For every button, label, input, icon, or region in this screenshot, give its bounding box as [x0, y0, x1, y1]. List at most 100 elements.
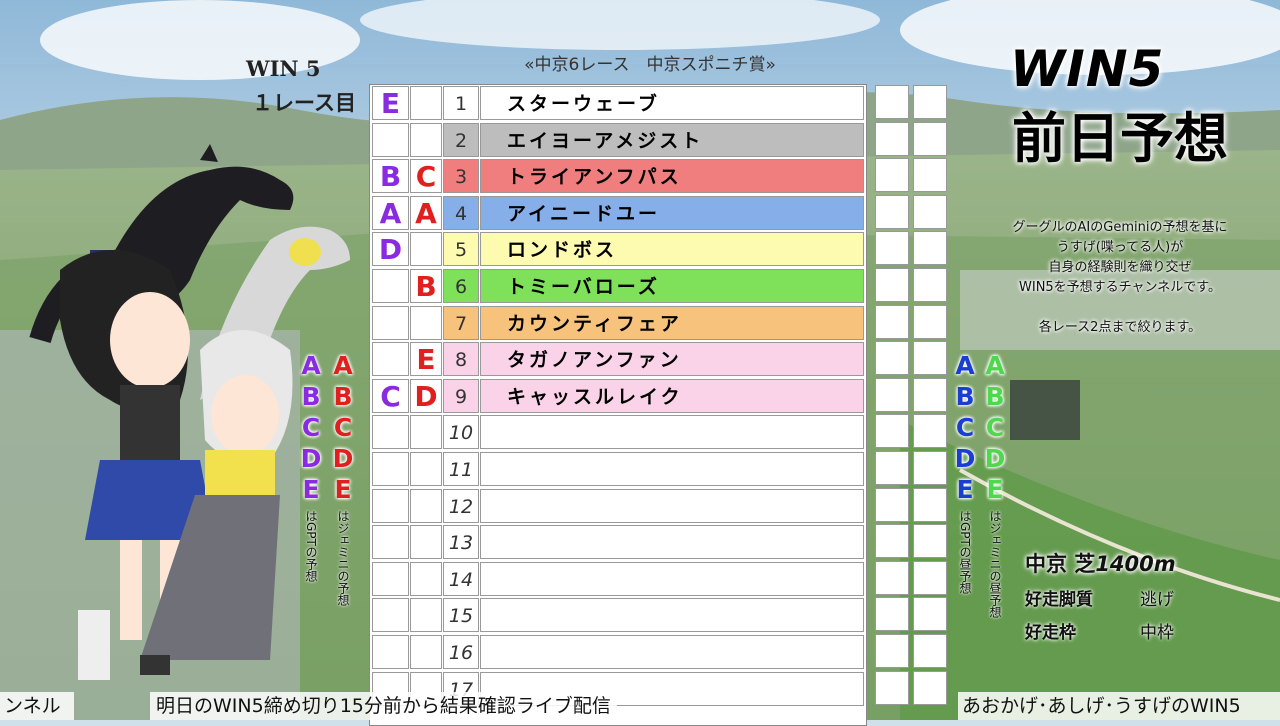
title-prediction: 前日予想 — [1012, 107, 1228, 170]
blank-cell — [875, 158, 909, 193]
gpt-pick — [372, 525, 409, 560]
horse-name: キャッスルレイク — [480, 378, 864, 413]
table-row: E 1 スターウェーブ — [370, 86, 866, 122]
race-title: «中京6レース 中京スポニチ賞» — [524, 55, 776, 75]
description-line: うすげ(喋ってる人)が — [1056, 240, 1184, 255]
horse-name — [480, 452, 864, 486]
table-row: C D 9 キャッスルレイク — [370, 378, 866, 415]
blank-cell — [913, 268, 947, 302]
legend-letter: E — [302, 475, 320, 504]
table-row: 16 — [370, 635, 866, 671]
horse-name: タガノアンファン — [480, 342, 864, 377]
blank-cell — [913, 341, 947, 376]
gpt-pick: E — [372, 86, 409, 120]
blank-cell — [913, 121, 947, 156]
legend-letter: D — [300, 444, 322, 473]
blank-cell — [875, 634, 909, 668]
horse-number: 11 — [443, 452, 479, 486]
horse-number: 9 — [443, 378, 479, 413]
channel-description: グーグルのAIのGeminiの予想を基に うすげ(喋ってる人)が 自身の経験則を… — [960, 218, 1280, 338]
horse-number: 8 — [443, 342, 479, 377]
horse-number: 12 — [443, 488, 479, 523]
horse-name: カウンティフェア — [480, 305, 864, 340]
blank-cell — [913, 560, 947, 595]
legend-gpt-note: はGPTの予想 — [304, 510, 318, 582]
blank-cell — [913, 487, 947, 522]
legend-letter: B — [955, 382, 975, 411]
horse-number: 15 — [443, 598, 479, 633]
gpt-pick: D — [372, 232, 409, 267]
gpt-pick — [372, 488, 409, 523]
gemini-pick — [410, 635, 442, 669]
blank-cell — [875, 304, 909, 339]
blank-cell — [913, 377, 947, 412]
blank-cell — [875, 451, 909, 485]
legend-gemini-noon-note: はジェミニの昼予想 — [988, 510, 1002, 618]
horse-name — [480, 598, 864, 633]
horse-number: 4 — [443, 195, 479, 230]
legend-letter: C — [301, 413, 321, 442]
blank-cell — [913, 451, 947, 485]
gemini-pick — [410, 305, 442, 340]
running-style-value: 逃げ — [1140, 590, 1174, 610]
description-line: 各レース2点まで絞ります。 — [1038, 320, 1202, 335]
gemini-pick — [410, 86, 442, 120]
gemini-pick: C — [410, 159, 442, 194]
legend-letter: A — [955, 351, 975, 380]
horse-number: 2 — [443, 122, 479, 157]
horse-number: 5 — [443, 232, 479, 267]
gpt-pick — [372, 635, 409, 669]
horse-table: E 1 スターウェーブ 2 エイヨーアメジスト B C 3 トライアンフパス A A 4 アイニードユー… — [369, 84, 867, 726]
horse-name: トミーバローズ — [480, 269, 864, 303]
title-win5: WIN5 — [1010, 40, 1165, 98]
legend-letter: D — [984, 444, 1006, 473]
table-row: B C 3 トライアンフパス — [370, 159, 866, 195]
legend-letter: A — [985, 351, 1005, 380]
legend-letter: E — [986, 475, 1004, 504]
gpt-pick — [372, 269, 409, 303]
horse-number: 10 — [443, 415, 479, 450]
legend-letter: E — [334, 475, 352, 504]
table-row: B 6 トミーバローズ — [370, 269, 866, 305]
legend-letter: D — [332, 444, 354, 473]
right-blank-columns — [873, 84, 949, 724]
gemini-pick — [410, 452, 442, 486]
gpt-pick — [372, 561, 409, 596]
description-line: WIN5を予想するチャンネルです。 — [1019, 280, 1221, 295]
legend-letter: A — [333, 351, 353, 380]
gpt-pick: B — [372, 159, 409, 194]
gemini-pick — [410, 415, 442, 450]
legend-letter: D — [954, 444, 976, 473]
blank-cell — [913, 231, 947, 266]
blank-cell — [875, 524, 909, 559]
ticker-center: 明日のWIN5締め切り15分前から結果確認ライブ配信 — [150, 692, 617, 720]
gemini-pick — [410, 598, 442, 633]
blank-cell — [875, 377, 909, 412]
ticker-left: ンネル — [0, 692, 74, 720]
horse-name — [480, 488, 864, 523]
blank-cell — [875, 121, 909, 156]
blank-cell — [875, 597, 909, 632]
horse-name: スターウェーブ — [480, 86, 864, 120]
gemini-pick — [410, 525, 442, 560]
legend-letter: C — [333, 413, 353, 442]
gate-label: 好走枠 — [1025, 623, 1076, 643]
horse-number: 1 — [443, 86, 479, 120]
gpt-pick — [372, 452, 409, 486]
win5-label: WIN 5 — [246, 56, 321, 81]
gemini-pick — [410, 488, 442, 523]
blank-cell — [875, 560, 909, 595]
table-row: 11 — [370, 452, 866, 488]
table-row: 15 — [370, 598, 866, 634]
table-row: E 8 タガノアンファン — [370, 342, 866, 378]
legend-letter: B — [985, 382, 1005, 411]
blank-cell — [913, 634, 947, 668]
blank-cell — [875, 487, 909, 522]
horse-number: 14 — [443, 561, 479, 596]
course-surface: 芝 — [1074, 552, 1096, 576]
legend-gemini-note: はジェミニの予想 — [336, 510, 350, 606]
horse-name — [480, 635, 864, 669]
course-distance: 1400m — [1095, 552, 1176, 576]
gemini-pick: D — [410, 378, 442, 413]
ticker-right: あおかげ･あしげ･うすげのWIN5 — [958, 692, 1280, 720]
